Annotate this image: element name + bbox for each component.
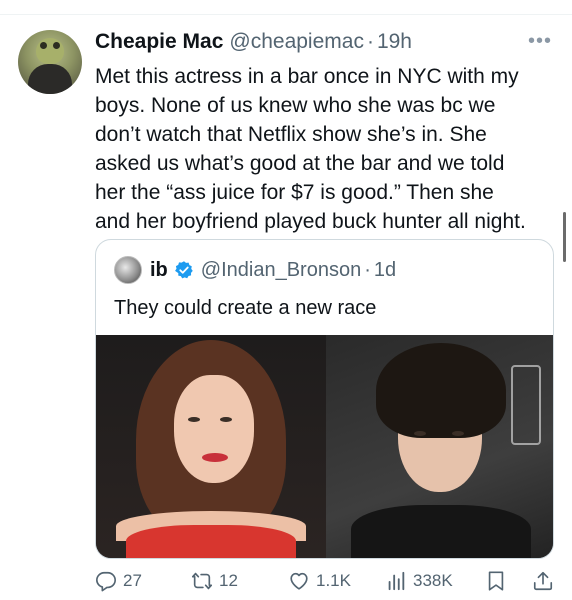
bookmark-icon: [488, 571, 504, 591]
photo-eye-shape: [220, 417, 232, 422]
reply-count: 27: [123, 571, 142, 590]
like-button[interactable]: 1.1K: [288, 568, 351, 594]
views-count: 338K: [413, 571, 453, 590]
share-button[interactable]: [532, 570, 554, 597]
reply-icon: [96, 571, 116, 592]
quoted-tweet-card[interactable]: ib @Indian_Bronson · 1d They could creat…: [95, 239, 554, 559]
photo-dress-shape: [126, 525, 296, 558]
repost-button[interactable]: 12: [191, 568, 238, 594]
more-icon[interactable]: •••: [528, 31, 552, 51]
bookmark-button[interactable]: [485, 570, 507, 597]
share-icon: [533, 571, 553, 591]
top-divider: [0, 14, 572, 15]
photo-lips-shape: [202, 453, 228, 462]
photo-backdrop-logo: [511, 365, 541, 445]
photo-eye-shape: [414, 431, 426, 436]
photo-left-panel: [96, 335, 326, 558]
photo-suit-shape: [351, 505, 531, 558]
tweet-header: Cheapie Mac @cheapiemac · 19h: [95, 30, 412, 56]
tweet-text-line: don’t watch that Netflix show she’s in. …: [95, 123, 487, 146]
quoted-tweet-timestamp[interactable]: 1d: [374, 259, 396, 282]
tweet-text-line: her the “ass juice for $7 is good.” Then…: [95, 181, 494, 204]
quoted-author-name[interactable]: ib: [150, 259, 168, 282]
heart-icon: [290, 572, 308, 590]
like-count: 1.1K: [316, 571, 351, 590]
quoted-tweet-photo[interactable]: [96, 335, 553, 558]
tweet-text-line: Met this actress in a bar once in NYC wi…: [95, 65, 519, 88]
tweet-text-line: boys. None of us knew who she was bc we: [95, 94, 496, 117]
header-separator: ·: [366, 30, 374, 53]
quoted-tweet-text: They could create a new race: [114, 297, 377, 319]
quoted-author-avatar[interactable]: [114, 256, 142, 284]
quoted-header-separator: ·: [364, 258, 371, 281]
tweet-action-bar: 27 12 1.1K 338K: [95, 568, 560, 594]
repost-count: 12: [219, 571, 238, 590]
views-button[interactable]: 338K: [385, 568, 453, 594]
photo-right-panel: [326, 335, 553, 558]
avatar-eye: [40, 42, 47, 49]
views-chart-icon: [388, 571, 405, 591]
repost-icon: [192, 572, 212, 590]
verified-badge-icon: [174, 261, 193, 279]
quoted-tweet-header: ib @Indian_Bronson · 1d: [114, 256, 396, 284]
tweet-text-line: asked us what’s good at the bar and we t…: [95, 152, 505, 175]
quoted-author-handle[interactable]: @Indian_Bronson: [201, 259, 361, 282]
photo-hair-shape: [376, 343, 506, 438]
author-handle[interactable]: @cheapiemac: [229, 30, 364, 54]
scrollbar[interactable]: [563, 212, 566, 262]
avatar-eye: [53, 42, 60, 49]
reply-button[interactable]: 27: [95, 568, 142, 594]
author-name[interactable]: Cheapie Mac: [95, 30, 223, 54]
tweet-timestamp[interactable]: 19h: [377, 30, 412, 54]
tweet-text-line: and her boyfriend played buck hunter all…: [95, 210, 526, 233]
author-avatar[interactable]: [18, 30, 82, 94]
tweet-text: Met this actress in a bar once in NYC wi…: [95, 62, 560, 236]
photo-face-shape: [174, 375, 254, 483]
photo-eye-shape: [188, 417, 200, 422]
avatar-coat-shape: [28, 64, 72, 94]
photo-eye-shape: [452, 431, 464, 436]
